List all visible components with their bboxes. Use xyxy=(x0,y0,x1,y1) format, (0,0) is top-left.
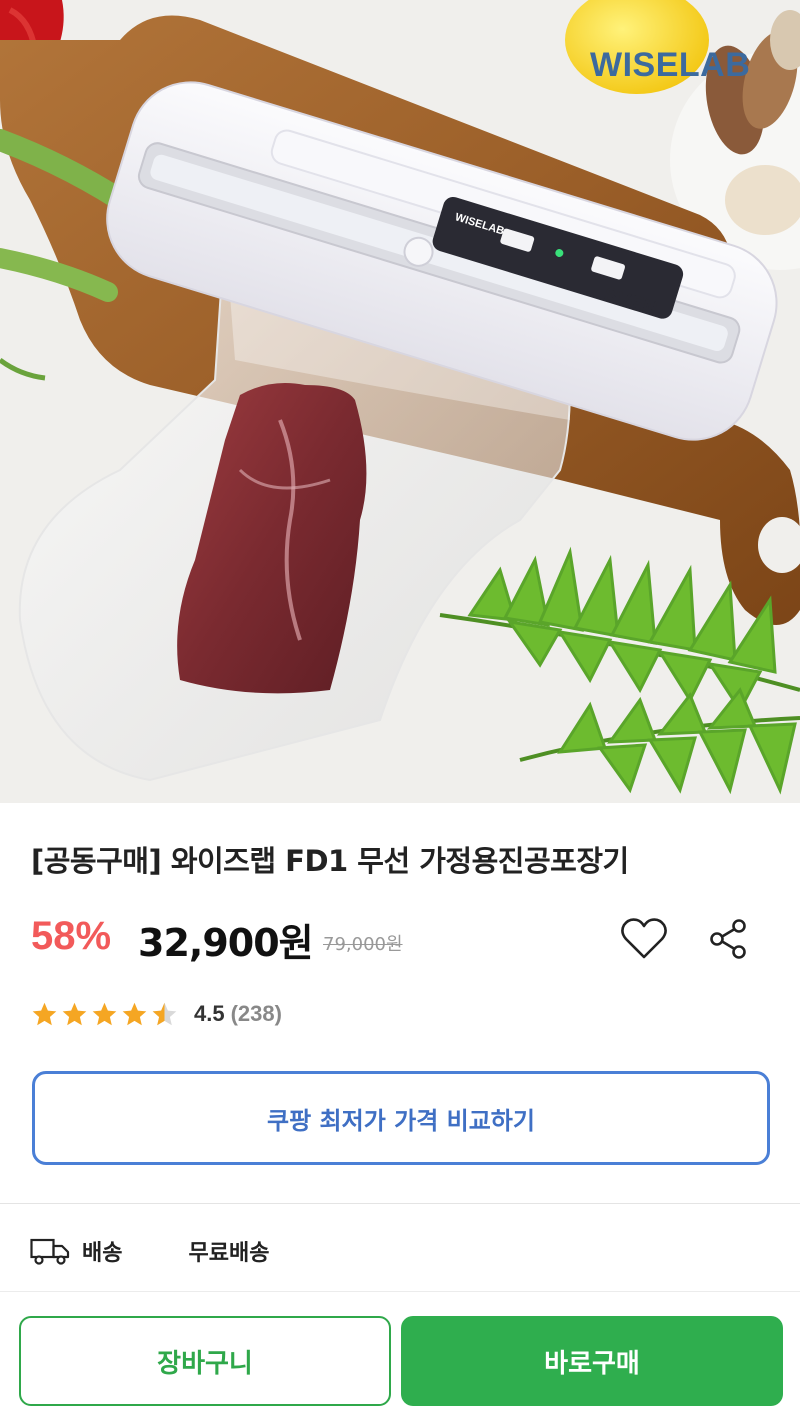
buy-now-button[interactable]: 바로구매 xyxy=(401,1316,783,1406)
price-compare-button[interactable]: 쿠팡 최저가 가격 비교하기 xyxy=(32,1071,770,1165)
product-photo-illustration: WISELAB SVEN xyxy=(0,0,800,803)
rating-stars xyxy=(31,1001,178,1028)
product-image[interactable]: WISELAB SVEN WISELAB xyxy=(0,0,800,803)
rating-row[interactable]: 4.5 (238) xyxy=(31,996,282,1032)
brand-watermark: WISELAB xyxy=(590,46,751,84)
star-icon xyxy=(122,1002,147,1025)
original-price: 79,000원 xyxy=(323,934,403,955)
shipping-row: 배송 무료배송 xyxy=(30,1228,770,1274)
share-icon xyxy=(710,919,746,959)
wishlist-button[interactable] xyxy=(619,914,669,964)
review-count[interactable]: (238) xyxy=(231,1001,282,1027)
bottom-action-bar: 장바구니 바로구매 xyxy=(0,1291,800,1411)
star-icon xyxy=(32,1002,57,1025)
delivery-truck-icon xyxy=(30,1238,70,1265)
price-row: 58% 32,900원 79,000원 xyxy=(31,908,771,965)
star-icon xyxy=(62,1002,87,1025)
product-title: [공동구매] 와이즈랩 FD1 무선 가정용진공포장기 xyxy=(31,844,629,878)
section-divider xyxy=(0,1203,800,1204)
sale-price: 32,900원 xyxy=(138,921,314,965)
star-icon xyxy=(92,1002,117,1025)
shipping-label: 배송 xyxy=(82,1241,123,1266)
discount-rate: 58% xyxy=(31,914,112,958)
heart-outline-icon xyxy=(621,918,667,959)
shipping-value: 무료배송 xyxy=(188,1241,270,1266)
share-button[interactable] xyxy=(703,914,753,964)
rating-value: 4.5 xyxy=(194,1001,225,1026)
half-star-icon xyxy=(152,1002,177,1025)
add-to-cart-button[interactable]: 장바구니 xyxy=(19,1316,391,1406)
